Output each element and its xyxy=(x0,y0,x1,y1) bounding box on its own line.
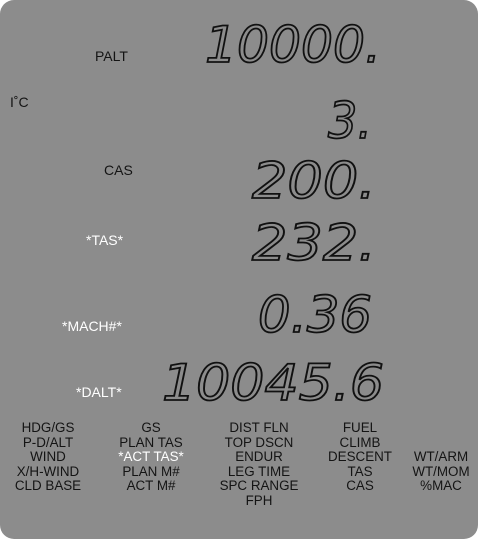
mode-plan-mach: PLAN M# xyxy=(122,463,180,479)
mode-fph: FPH xyxy=(245,492,273,508)
svg-text:0.36: 0.36 xyxy=(258,286,372,344)
mode-cld-base: CLD BASE xyxy=(14,478,82,494)
svg-text:3.: 3. xyxy=(328,92,372,150)
mode-column-2: GS PLAN TAS *ACT TAS* PLAN M# ACT M# xyxy=(94,420,208,494)
mode-cas: CAS xyxy=(346,478,374,494)
mode-pct-mac: %MAC xyxy=(420,478,462,494)
svg-text:232.: 232. xyxy=(252,214,376,272)
mode-hdg-gs: HDG/GS xyxy=(21,420,75,435)
svg-text:200.: 200. xyxy=(252,152,376,210)
mode-wt-mom: WT/MOM xyxy=(412,463,470,479)
temp-label: I˚C xyxy=(10,94,29,110)
temp-value: 3. xyxy=(327,91,373,151)
tas-value: 232. xyxy=(251,213,377,273)
mode-top-dscn: TOP DSCN xyxy=(224,434,294,450)
mode-dist-fln: DIST FLN xyxy=(229,420,289,435)
mode-fuel: FUEL xyxy=(342,420,378,435)
mode-descent: DESCENT xyxy=(328,449,392,465)
mach-value: 0.36 xyxy=(257,285,373,345)
mode-plan-tas: PLAN TAS xyxy=(119,434,183,450)
mode-column-3: DIST FLN TOP DSCN ENDUR LEG TIME SPC RAN… xyxy=(206,420,312,509)
svg-text:10000.: 10000. xyxy=(205,16,381,74)
lcd-screen: PALT 10000. I˚C 3. CAS 200. *TAS* 232. *… xyxy=(0,0,478,539)
dalt-label: *DALT* xyxy=(76,384,122,400)
mode-pd-alt: P-D/ALT xyxy=(22,434,74,450)
mode-xh-wind: X/H-WIND xyxy=(16,463,80,479)
cas-label: CAS xyxy=(104,162,133,178)
mode-leg-time: LEG TIME xyxy=(227,463,291,479)
mode-column-1: HDG/GS P-D/ALT WIND X/H-WIND CLD BASE xyxy=(2,420,94,494)
svg-text:10045.6: 10045.6 xyxy=(162,354,384,412)
dalt-value: 10045.6 xyxy=(161,353,385,413)
mode-act-tas: *ACT TAS* xyxy=(118,449,184,465)
mode-wind: WIND xyxy=(30,449,66,465)
mode-column-5: WT/ARM WT/MOM %MAC xyxy=(404,450,478,494)
tas-label: *TAS* xyxy=(86,232,124,248)
mode-wt-arm: WT/ARM xyxy=(413,449,469,465)
mode-endur: ENDUR xyxy=(235,449,283,465)
mode-tas: TAS xyxy=(347,463,373,479)
palt-label: PALT xyxy=(95,48,128,64)
mode-spc-range: SPC RANGE xyxy=(219,478,299,494)
mode-column-4: FUEL CLIMB DESCENT TAS CAS xyxy=(316,420,404,494)
palt-value: 10000. xyxy=(204,15,382,75)
mach-label: *MACH#* xyxy=(62,318,122,334)
mode-gs: GS xyxy=(141,420,161,435)
mode-climb: CLIMB xyxy=(339,434,381,450)
cas-value: 200. xyxy=(251,151,377,211)
mode-annunciators: HDG/GS P-D/ALT WIND X/H-WIND CLD BASE GS… xyxy=(0,420,478,539)
mode-act-mach: ACT M# xyxy=(126,478,176,494)
